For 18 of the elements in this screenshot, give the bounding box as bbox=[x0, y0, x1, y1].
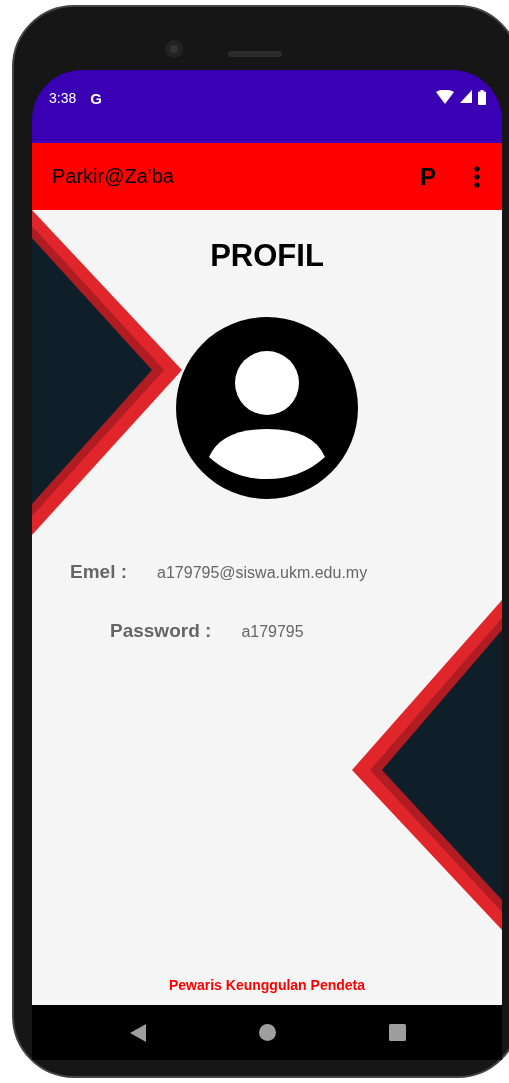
footer-motto: Pewaris Keunggulan Pendeta bbox=[168, 977, 366, 993]
battery-icon bbox=[478, 90, 486, 105]
back-icon[interactable] bbox=[130, 1023, 146, 1042]
status-time: 3:38 bbox=[49, 90, 77, 106]
field-value: a179795 bbox=[241, 623, 304, 641]
field-label: Emel : bbox=[70, 561, 128, 583]
field-label: Password : bbox=[110, 620, 212, 642]
avatar-icon bbox=[176, 317, 358, 499]
more-options-icon[interactable] bbox=[474, 165, 480, 188]
field-value: a179795@siswa.ukm.edu.my bbox=[157, 564, 368, 582]
signal-icon bbox=[460, 90, 472, 103]
app-title: Parkir@Za'ba bbox=[52, 165, 175, 188]
profile-action-button[interactable]: P bbox=[420, 162, 436, 191]
home-icon[interactable] bbox=[259, 1024, 276, 1041]
camera-icon bbox=[164, 38, 184, 59]
notification-letter: G bbox=[90, 90, 102, 107]
page-title: PROFIL bbox=[210, 238, 324, 274]
wifi-icon bbox=[436, 90, 454, 104]
